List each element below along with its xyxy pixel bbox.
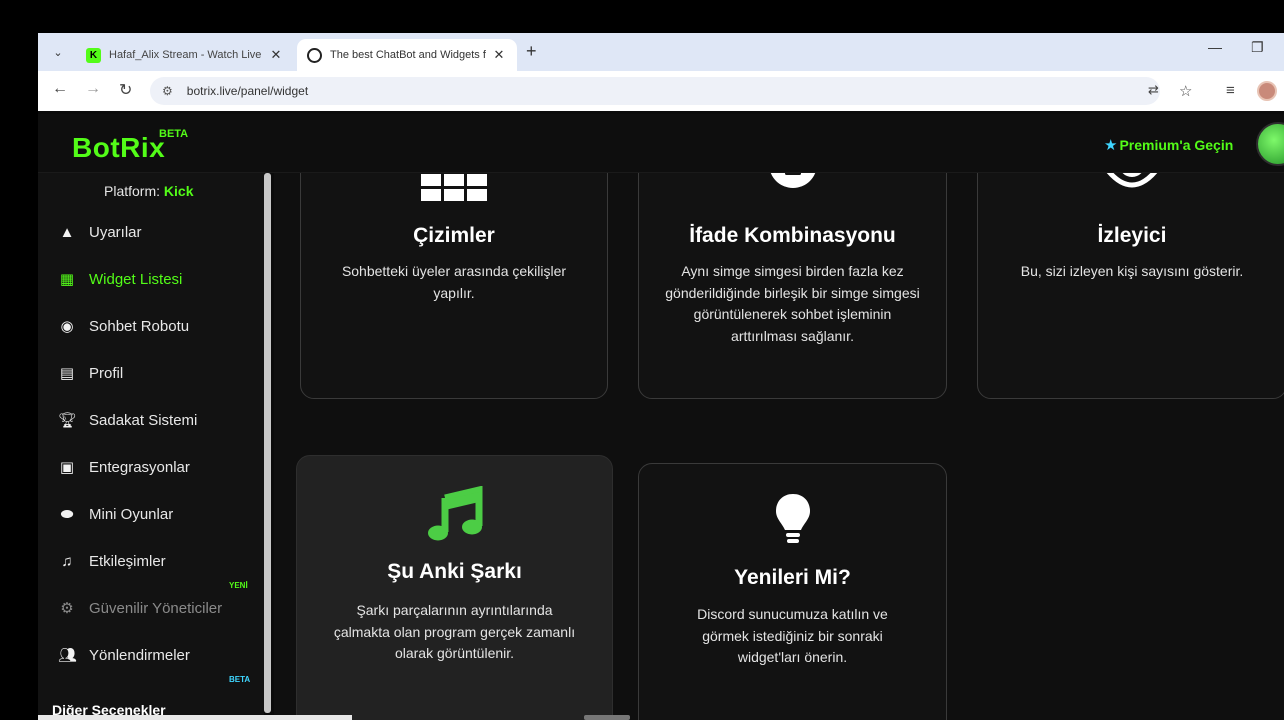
sidebar-item-label: Mini Oyunlar (89, 505, 174, 523)
sidebar-item-label: Güvenilir Yöneticiler (89, 599, 223, 617)
tab-search-icon[interactable]: ⌄ (47, 41, 69, 63)
widget-description: Şarkı parçalarının ayrıntılarında çalmak… (333, 602, 576, 661)
horizontal-scrollbar[interactable] (584, 715, 630, 720)
sidebar-item-chat-bot[interactable]: ◉ Sohbet Robotu (38, 311, 258, 341)
widget-title: Yenileri Mi? (734, 566, 851, 589)
new-badge: YENİ (229, 581, 248, 590)
widget-description: Discord sunucumuza katılın ve görmek ist… (697, 606, 888, 665)
reload-button[interactable]: ↻ (119, 80, 132, 100)
sidebar-item-label: Uyarılar (89, 223, 142, 241)
sidebar-item-label: Entegrasyonlar (89, 458, 190, 476)
botrix-icon (307, 47, 322, 63)
gamepad-icon: ⬬ (60, 505, 74, 523)
premium-label: Premium'a Geçin (1119, 137, 1234, 153)
platform-value: Kick (163, 183, 194, 199)
tab-title: The best ChatBot and Widgets f (330, 49, 486, 61)
integration-icon: ▣ (59, 459, 75, 476)
profile-avatar[interactable] (1257, 81, 1277, 101)
lightbulb-icon (639, 492, 946, 551)
robot-icon: ◉ (60, 318, 74, 335)
widget-title: İfade Kombinasyonu (689, 224, 896, 247)
widget-card-emote-combo[interactable]: İfade Kombinasyonu Aynı simge simgesi bi… (638, 173, 947, 399)
user-avatar[interactable] (1256, 122, 1284, 166)
url-text: botrix.live/panel/widget (186, 84, 309, 98)
sidebar-item-label: Sadakat Sistemi (89, 411, 198, 429)
tab-title: Hafaf_Alix Stream - Watch Live (109, 49, 262, 61)
warning-icon: ▲ (59, 223, 75, 241)
sidebar-scrollbar[interactable] (264, 173, 271, 713)
widget-title: Çizimler (413, 224, 495, 247)
screen: ⌄ K Hafaf_Alix Stream - Watch Live ✕ The… (0, 0, 1284, 720)
trophy-icon: 🏆︎ (58, 412, 78, 429)
beta-tag: BETA (159, 128, 189, 140)
widget-grid: Çizimler Sohbetteki üyeler arasında çeki… (274, 173, 1284, 720)
widget-card-whats-new[interactable]: Yenileri Mi? Discord sunucumuza katılın … (638, 463, 947, 720)
widget-card-current-song[interactable]: Şu Anki Şarkı Şarkı parçalarının ayrıntı… (296, 455, 613, 720)
sidebar-item-label: Etkileşimler (89, 552, 166, 570)
close-icon[interactable]: ✕ (268, 47, 284, 63)
kick-icon: K (86, 47, 101, 63)
tab-botrix[interactable]: The best ChatBot and Widgets f ✕ (297, 39, 517, 71)
sidebar-item-profile[interactable]: ▤ Profil (38, 358, 258, 388)
sidebar-item-alerts[interactable]: ▲ Uyarılar (38, 217, 258, 247)
back-button[interactable]: ← (52, 80, 68, 98)
id-card-icon: ▤ (59, 365, 75, 382)
widget-description: Aynı simge simgesi birden fazla kez gönd… (665, 263, 920, 344)
sidebar-item-trusted-moderators[interactable]: ⚙ Güvenilir Yöneticiler (38, 593, 258, 623)
address-bar[interactable]: ⚙ botrix.live/panel/widget (150, 77, 1160, 105)
eye-icon (978, 173, 1284, 197)
new-tab-button[interactable]: + (526, 41, 537, 62)
browser-window: ⌄ K Hafaf_Alix Stream - Watch Live ✕ The… (38, 33, 1284, 720)
sidebar-item-interactions[interactable]: ♫ Etkileşimler (38, 546, 258, 576)
minimize-button[interactable]: — (1208, 39, 1222, 55)
users-cog-icon: ⚙ (60, 600, 74, 617)
platform-indicator: Platform: Kick (104, 183, 193, 199)
browser-toolbar: ← → ↻ ⚙ botrix.live/panel/widget ⇄ ☆ ≡ (38, 71, 1284, 111)
widget-card-viewer[interactable]: İzleyici Bu, sizi izleyen kişi sayısını … (977, 173, 1284, 399)
tab-strip: ⌄ K Hafaf_Alix Stream - Watch Live ✕ The… (38, 33, 1284, 71)
sidebar-item-integrations[interactable]: ▣ Entegrasyonlar (38, 452, 258, 482)
site-settings-icon[interactable]: ⚙ (162, 84, 173, 98)
sidebar: Platform: Kick ▲ Uyarılar ▦ Widget Liste… (38, 173, 264, 720)
sidebar-item-label: Profil (89, 364, 124, 382)
users-icon: 👥︎ (58, 647, 78, 664)
widget-card-drawings[interactable]: Çizimler Sohbetteki üyeler arasında çeki… (300, 173, 608, 399)
taskbar-edge (38, 715, 352, 720)
platform-label: Platform: (104, 183, 161, 199)
premium-button[interactable]: ★ Premium'a Geçin (1104, 136, 1233, 154)
sidebar-item-label: Yönlendirmeler (89, 646, 190, 664)
reading-list-icon[interactable]: ≡ (1226, 82, 1235, 99)
botrix-logo[interactable]: BotRix (72, 132, 165, 164)
sidebar-item-label: Sohbet Robotu (89, 317, 190, 335)
sidebar-item-redirects[interactable]: 👥︎ Yönlendirmeler (38, 640, 258, 670)
grid-icon (301, 174, 607, 209)
restore-button[interactable]: ❐ (1251, 39, 1264, 56)
widget-title: İzleyici (1097, 224, 1167, 247)
sidebar-item-widget-list[interactable]: ▦ Widget Listesi (38, 264, 258, 294)
widget-description: Sohbetteki üyeler arasında çekilişler ya… (341, 263, 567, 301)
sidebar-item-mini-games[interactable]: ⬬ Mini Oyunlar (38, 499, 258, 529)
widget-description: Bu, sizi izleyen kişi sayısını gösterir. (1020, 263, 1244, 279)
face-icon (639, 173, 946, 199)
star-icon: ★ (1104, 137, 1118, 154)
forward-button[interactable]: → (85, 80, 101, 98)
beta-badge: BETA (229, 675, 251, 684)
bookmark-star-icon[interactable]: ☆ (1179, 82, 1192, 100)
sidebar-item-loyalty[interactable]: 🏆︎ Sadakat Sistemi (38, 405, 258, 435)
close-icon[interactable]: ✕ (491, 47, 507, 63)
music-note-icon (297, 485, 612, 547)
app-header: BotRix BETA ★ Premium'a Geçin (38, 114, 1284, 173)
translate-icon[interactable]: ⇄ (1148, 82, 1159, 98)
sidebar-item-label: Widget Listesi (89, 270, 183, 288)
music-icon: ♫ (61, 552, 73, 570)
widget-title: Şu Anki Şarkı (387, 560, 522, 583)
tab-kick-stream[interactable]: K Hafaf_Alix Stream - Watch Live ✕ (76, 39, 294, 71)
grid-icon: ▦ (59, 271, 75, 288)
